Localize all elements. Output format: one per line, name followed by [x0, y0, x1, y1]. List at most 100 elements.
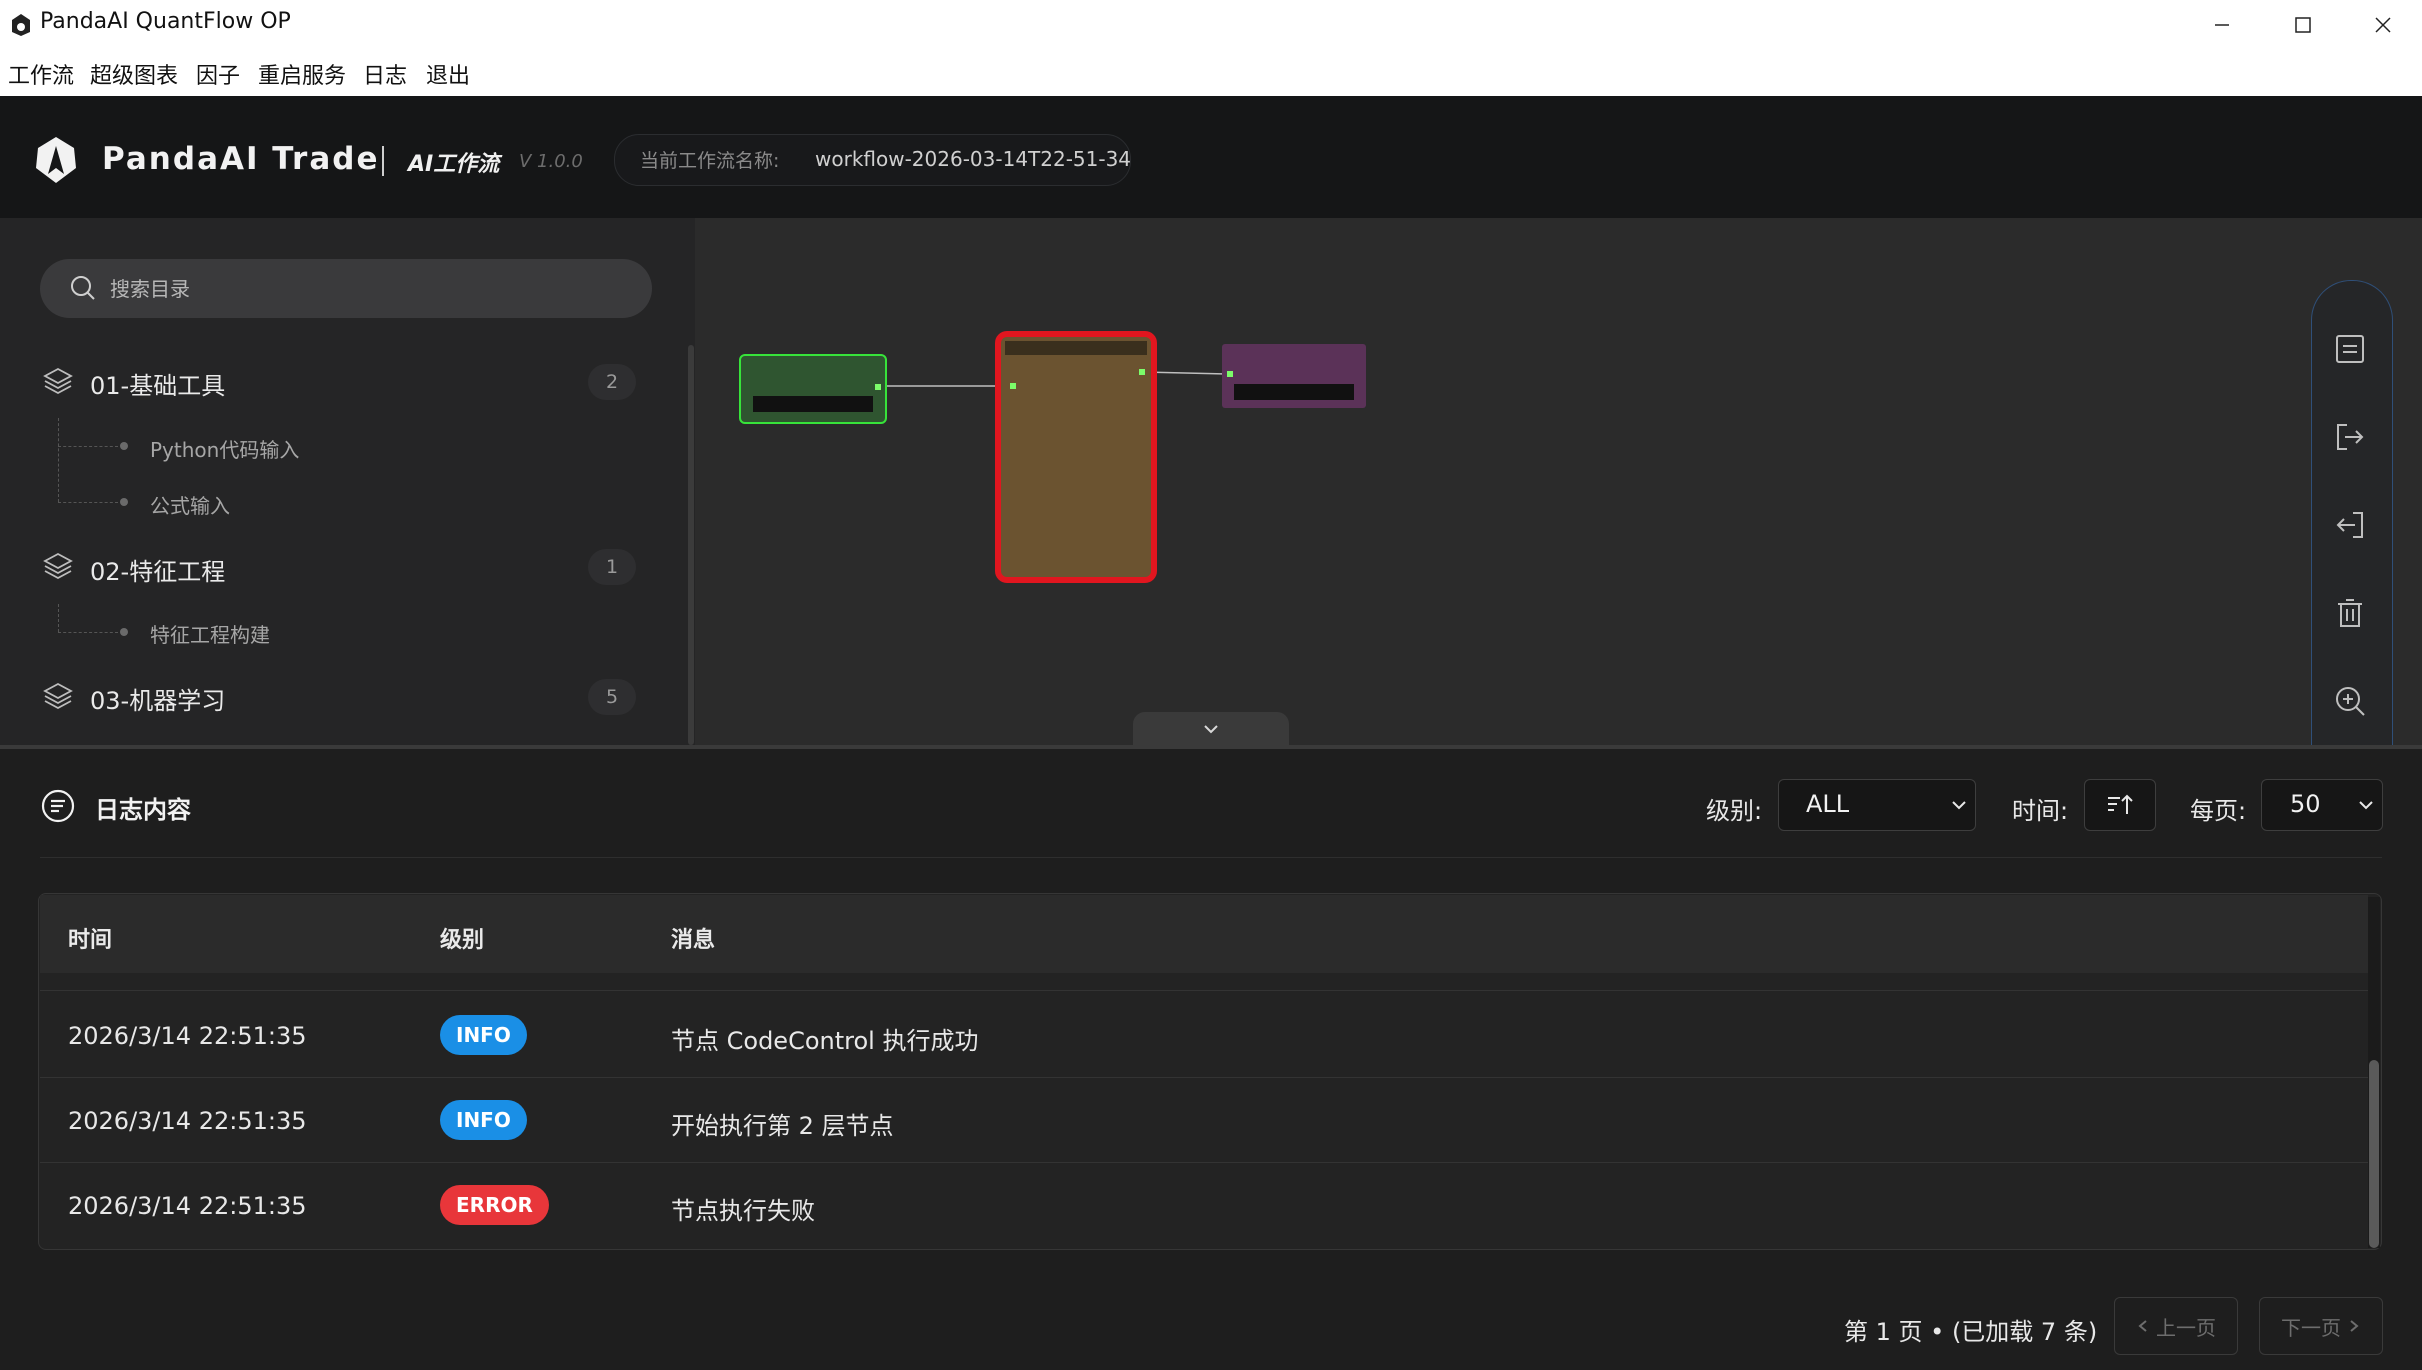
- per-page-value: 50: [2290, 790, 2321, 818]
- workflow-node-input[interactable]: [739, 354, 887, 424]
- layers-icon: [43, 682, 73, 710]
- log-row-message: 节点执行失败: [671, 1197, 815, 1225]
- node-item-python-code-input[interactable]: Python代码输入: [150, 434, 299, 463]
- chevron-right-icon: [2350, 1320, 2359, 1332]
- tree-dot: [120, 442, 128, 450]
- workflow-node-output[interactable]: [1222, 344, 1366, 408]
- menu-restart-service[interactable]: 重启服务: [258, 58, 346, 90]
- panda-logo-icon: [36, 137, 76, 183]
- node-connections: [881, 371, 1228, 387]
- row-divider: [40, 1077, 2368, 1078]
- workflow-name-label: 当前工作流名称:: [640, 150, 780, 172]
- category-basic-tools[interactable]: 01-基础工具: [90, 366, 225, 401]
- menu-exit[interactable]: 退出: [426, 58, 470, 90]
- chevron-down-icon: [1204, 725, 1218, 734]
- time-sort-button[interactable]: [2084, 779, 2156, 831]
- save-button[interactable]: [2330, 329, 2370, 369]
- category-count-badge: 5: [588, 679, 636, 715]
- chevron-left-icon: [2138, 1320, 2147, 1332]
- save-icon: [2336, 335, 2364, 363]
- node-output-port[interactable]: [875, 384, 881, 390]
- sort-ascending-icon: [2108, 794, 2133, 814]
- log-row-time: 2026/3/14 22:51:35: [68, 1022, 307, 1050]
- delete-icon: [2338, 599, 2362, 627]
- log-table-header: [40, 895, 2368, 973]
- layers-icon: [43, 552, 73, 580]
- minimize-button[interactable]: [2187, 6, 2257, 44]
- zoom-in-button[interactable]: [2330, 681, 2370, 721]
- tree-dot: [120, 498, 128, 506]
- log-level-badge-info: INFO: [440, 1015, 527, 1055]
- workflow-name[interactable]: workflow-2026-03-14T22-51-34: [815, 147, 1131, 171]
- node-item-formula-input[interactable]: 公式输入: [150, 490, 230, 519]
- column-header-time[interactable]: 时间: [68, 922, 112, 954]
- tree-connector: [58, 632, 118, 633]
- level-filter-value: ALL: [1806, 790, 1850, 818]
- import-button[interactable]: [2330, 505, 2370, 545]
- prev-page-button[interactable]: 上一页: [2114, 1297, 2238, 1355]
- node-output-port[interactable]: [1139, 369, 1145, 375]
- sidebar-scrollbar[interactable]: [688, 345, 694, 745]
- app-subtitle: AI工作流: [408, 152, 500, 177]
- tree-connector: [58, 446, 118, 447]
- log-row-time: 2026/3/14 22:51:35: [68, 1107, 307, 1135]
- log-row-message: 节点 CodeControl 执行成功: [671, 1027, 979, 1055]
- brand-name: PandaAI Trade: [102, 141, 380, 177]
- export-button[interactable]: [2330, 417, 2370, 457]
- tree-dot: [120, 628, 128, 636]
- search-icon: [71, 276, 95, 300]
- category-count-badge: 1: [588, 549, 636, 585]
- export-icon: [2337, 424, 2364, 450]
- column-header-message[interactable]: 消息: [671, 922, 715, 954]
- log-panel-title: 日志内容: [95, 796, 191, 824]
- log-list-icon: [41, 789, 75, 823]
- log-table-scrollbar[interactable]: [2369, 1060, 2379, 1248]
- tree-connector: [58, 418, 59, 502]
- minimize-icon: [2215, 24, 2229, 26]
- category-machine-learning[interactable]: 03-机器学习: [90, 681, 225, 716]
- column-header-level[interactable]: 级别: [440, 922, 484, 954]
- header-separator: [382, 146, 384, 176]
- tree-connector: [58, 502, 118, 503]
- window-titlebar: [0, 0, 2422, 48]
- chevron-down-icon: [1952, 801, 1966, 810]
- menu-factor[interactable]: 因子: [196, 58, 240, 90]
- level-filter-label: 级别:: [1706, 797, 1763, 825]
- search-input[interactable]: [108, 270, 632, 308]
- log-level-badge-info: INFO: [440, 1100, 527, 1140]
- time-sort-label: 时间:: [2012, 797, 2069, 825]
- zoom-in-icon: [2336, 687, 2365, 716]
- log-row-time: 2026/3/14 22:51:35: [68, 1192, 307, 1220]
- tree-connector: [58, 604, 59, 632]
- app-version: V 1.0.0: [519, 151, 583, 172]
- next-page-button[interactable]: 下一页: [2259, 1297, 2383, 1355]
- row-divider: [40, 990, 2368, 991]
- log-panel-toggle[interactable]: [1133, 712, 1289, 746]
- layers-icon: [43, 367, 73, 395]
- row-divider: [40, 1162, 2368, 1163]
- next-page-label: 下一页: [2281, 1315, 2341, 1340]
- log-level-badge-error: ERROR: [440, 1185, 549, 1225]
- log-row-message: 开始执行第 2 层节点: [671, 1112, 894, 1140]
- workflow-node-code-error[interactable]: [995, 331, 1157, 583]
- window-title: PandaAI QuantFlow OP: [40, 9, 291, 34]
- node-input-port[interactable]: [1010, 383, 1016, 389]
- menu-workflow[interactable]: 工作流: [8, 58, 74, 90]
- delete-button[interactable]: [2330, 593, 2370, 633]
- maximize-button[interactable]: [2268, 6, 2338, 44]
- import-icon: [2336, 512, 2363, 538]
- per-page-label: 每页:: [2190, 797, 2247, 825]
- prev-page-label: 上一页: [2156, 1315, 2216, 1340]
- node-input-port[interactable]: [1227, 371, 1233, 377]
- menu-super-chart[interactable]: 超级图表: [90, 58, 178, 90]
- menu-log[interactable]: 日志: [363, 58, 407, 90]
- pagination-info: 第 1 页 • (已加载 7 条): [1844, 1318, 2098, 1346]
- node-item-feature-engineering-build[interactable]: 特征工程构建: [150, 619, 270, 648]
- category-count-badge: 2: [588, 364, 636, 400]
- log-header-divider: [40, 857, 2382, 858]
- category-feature-engineering[interactable]: 02-特征工程: [90, 552, 225, 587]
- chevron-down-icon: [2359, 801, 2373, 810]
- close-icon: [2375, 17, 2391, 33]
- close-button[interactable]: [2348, 6, 2418, 44]
- maximize-icon: [2295, 17, 2311, 33]
